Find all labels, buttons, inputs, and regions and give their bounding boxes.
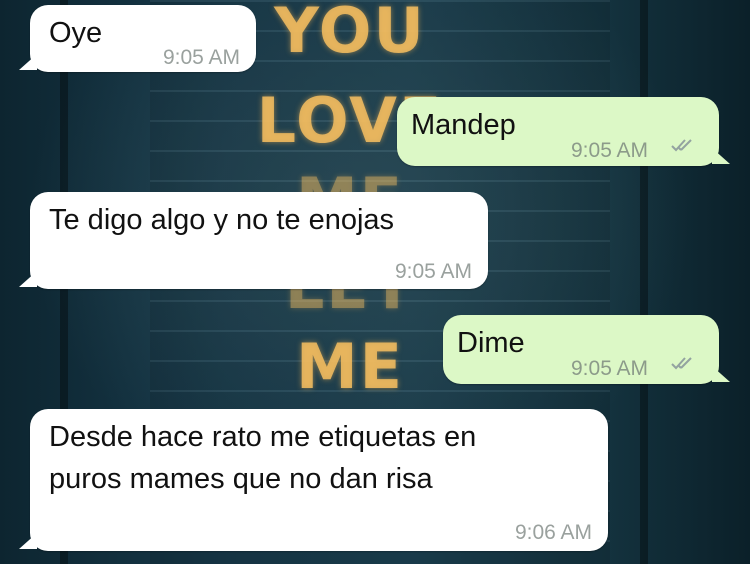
message-time: 9:05 AM <box>571 139 649 162</box>
message-time: 9:06 AM <box>514 521 592 544</box>
sign-line: YOU <box>274 0 426 67</box>
bubble-tail <box>712 366 730 382</box>
message-text: Dime <box>457 327 525 359</box>
bubble-tail <box>19 271 37 287</box>
message-time: 9:05 AM <box>162 46 240 69</box>
message-bubble-outgoing[interactable]: Dime 9:05 AM <box>443 315 730 384</box>
sign-line: ME <box>295 330 405 403</box>
bubble-tail <box>19 54 37 70</box>
message-bubble-incoming[interactable]: Desde hace rato me etiquetas en puros ma… <box>19 409 608 551</box>
double-check-icon <box>671 139 692 152</box>
wallpaper-frame-right <box>640 0 648 564</box>
bubble-tail <box>19 533 37 549</box>
message-bubble-incoming[interactable]: Oye 9:05 AM <box>19 5 256 72</box>
message-bubble-outgoing[interactable]: Mandep 9:05 AM <box>397 97 730 166</box>
message-text-line: puros mames que no dan risa <box>49 463 433 495</box>
message-text: Mandep <box>411 109 516 141</box>
message-time: 9:05 AM <box>571 357 649 380</box>
message-text: Te digo algo y no te enojas <box>49 204 395 236</box>
message-bubble-incoming[interactable]: Te digo algo y no te enojas 9:05 AM <box>19 192 488 289</box>
message-time: 9:05 AM <box>394 260 472 283</box>
double-check-icon <box>671 357 692 370</box>
bubble-tail <box>712 148 730 164</box>
message-text-line: Desde hace rato me etiquetas en <box>49 421 477 453</box>
message-text: Oye <box>49 17 103 49</box>
